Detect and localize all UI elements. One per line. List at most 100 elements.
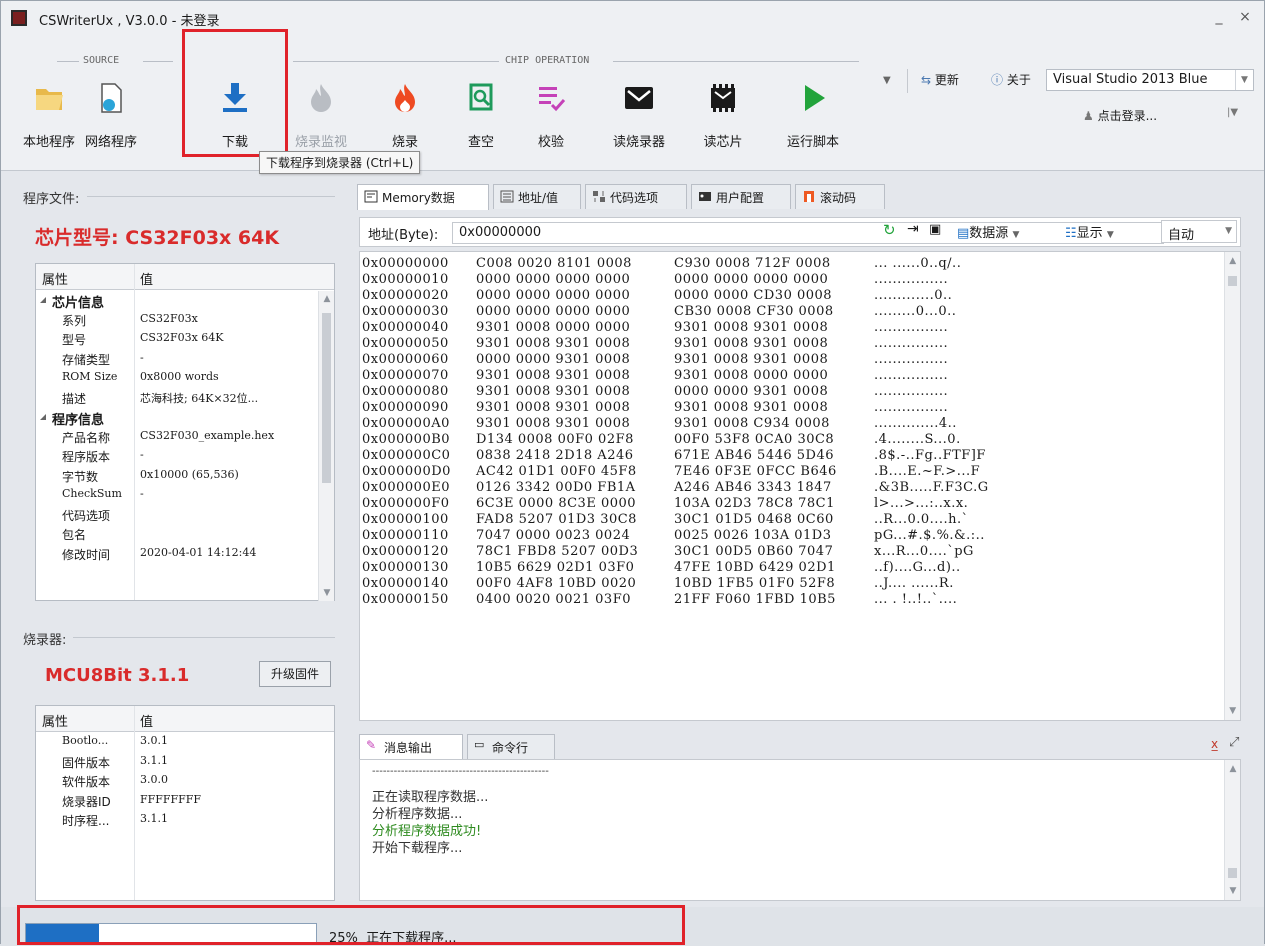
blank-check-button[interactable]: 查空 bbox=[449, 75, 513, 155]
network-file-icon bbox=[101, 83, 122, 113]
memory-address: 0x00000110 bbox=[362, 528, 449, 543]
grid-row[interactable]: 软件版本 3.0.0 bbox=[36, 771, 334, 791]
grid-row[interactable]: Bootlo... 3.0.1 bbox=[36, 732, 334, 752]
user-icon: ♟ bbox=[1083, 109, 1094, 123]
close-button[interactable]: × bbox=[1235, 9, 1255, 25]
quick-access-menu-icon[interactable]: |▼ bbox=[1227, 107, 1238, 118]
scroll-up-icon[interactable]: ▲ bbox=[319, 294, 335, 304]
message-scrollbar[interactable]: ▲ ▼ bbox=[1224, 760, 1240, 900]
grid-row[interactable]: ROM Size 0x8000 words bbox=[36, 368, 334, 388]
burn-button[interactable]: 烧录 bbox=[373, 75, 437, 155]
grid-row[interactable]: 型号 CS32F03x 64K bbox=[36, 329, 334, 349]
grid-row[interactable]: 程序版本 - bbox=[36, 446, 334, 466]
login-link[interactable]: ♟ 点击登录... bbox=[1083, 107, 1157, 124]
envelope-icon bbox=[625, 87, 653, 109]
property-name: ROM Size bbox=[62, 370, 118, 383]
app-logo-icon bbox=[11, 10, 27, 26]
property-value: 3.1.1 bbox=[140, 812, 168, 825]
scroll-thumb[interactable] bbox=[1228, 276, 1237, 286]
grid-row[interactable]: 系列 CS32F03x bbox=[36, 310, 334, 330]
message-output-panel: ----------------------------------------… bbox=[359, 759, 1241, 901]
burner-property-grid: 属性 值 Bootlo... 3.0.1 固件版本 3.1.1 软件版本 3.0.0 烧录器… bbox=[35, 705, 335, 901]
chip-icon bbox=[711, 84, 735, 112]
memory-ascii: x...R...0....`pG bbox=[874, 544, 974, 559]
grid-row[interactable]: 烧录器ID FFFFFFFF bbox=[36, 791, 334, 811]
memory-data-group-2: 9301 0008 9301 0008 bbox=[674, 400, 829, 415]
play-icon bbox=[805, 85, 825, 111]
about-link[interactable]: ⓘ 关于 bbox=[991, 71, 1031, 88]
scroll-down-icon[interactable]: ▼ bbox=[1225, 886, 1241, 896]
auto-select[interactable]: 自动 ▼ bbox=[1161, 220, 1237, 243]
memory-address: 0x000000D0 bbox=[362, 464, 451, 479]
burn-monitor-button[interactable]: 烧录监视 bbox=[289, 75, 353, 155]
program-grid-scrollbar[interactable]: ▲ ▼ bbox=[318, 291, 334, 601]
memory-scrollbar[interactable]: ▲ ▼ bbox=[1224, 252, 1240, 720]
memory-ascii: ................ bbox=[874, 272, 949, 287]
minimize-button[interactable]: _ bbox=[1209, 9, 1229, 25]
memory-data-group-2: 30C1 00D5 0B60 7047 bbox=[674, 544, 834, 559]
update-link[interactable]: ⇆ 更新 bbox=[921, 71, 959, 88]
verify-button[interactable]: 校验 bbox=[519, 75, 583, 155]
property-name: 字节数 bbox=[62, 469, 99, 484]
grid-row[interactable]: 包名 bbox=[36, 524, 334, 544]
read-chip-button[interactable]: 读芯片 bbox=[691, 75, 755, 155]
property-name: 存储类型 bbox=[62, 352, 111, 367]
tab-message-output[interactable]: ✎ 消息输出 bbox=[359, 734, 463, 760]
tab-memory-data[interactable]: Memory数据 bbox=[357, 184, 489, 210]
tab-command-line[interactable]: ▭ 命令行 bbox=[467, 734, 555, 759]
property-value: 3.1.1 bbox=[140, 753, 168, 767]
collapse-arrow-icon[interactable]: ◢ bbox=[40, 412, 46, 421]
memory-ascii: ................ bbox=[874, 336, 949, 351]
grid-category-row[interactable]: ◢ 芯片信息 bbox=[36, 290, 334, 311]
local-program-button[interactable]: 本地程序 bbox=[17, 75, 81, 155]
run-script-button[interactable]: 运行脚本 bbox=[781, 75, 845, 155]
theme-select[interactable]: Visual Studio 2013 Blue ▼ bbox=[1046, 69, 1254, 91]
config-icon bbox=[699, 192, 711, 201]
memory-data-group-1: 9301 0008 9301 0008 bbox=[476, 368, 631, 383]
collapse-arrow-icon[interactable]: ◢ bbox=[40, 295, 46, 304]
login-label: 点击登录... bbox=[1097, 109, 1158, 123]
grid-category-row[interactable]: ◢ 程序信息 bbox=[36, 407, 334, 428]
scroll-up-icon[interactable]: ▲ bbox=[1225, 764, 1241, 774]
scroll-thumb[interactable] bbox=[1228, 868, 1237, 878]
scroll-down-icon[interactable]: ▼ bbox=[1225, 706, 1240, 716]
memory-data-group-2: 9301 0008 9301 0008 bbox=[674, 320, 829, 335]
info-icon: ⓘ bbox=[991, 73, 1004, 87]
grid-row[interactable]: 描述 芯海科技; 64K×32位... bbox=[36, 388, 334, 408]
memory-data-group-1: 0838 2418 2D18 A246 bbox=[476, 448, 634, 463]
memory-data-group-2: 9301 0008 9301 0008 bbox=[674, 336, 829, 351]
scroll-down-icon[interactable]: ▼ bbox=[319, 588, 335, 598]
memory-data-group-1: 9301 0008 9301 0008 bbox=[476, 384, 631, 399]
expand-icon[interactable]: ⤢ bbox=[1229, 735, 1239, 750]
upgrade-firmware-button[interactable]: 升级固件 bbox=[259, 661, 331, 687]
memory-address: 0x000000E0 bbox=[362, 480, 450, 495]
grid-row[interactable]: 字节数 0x10000 (65,536) bbox=[36, 466, 334, 486]
memory-hex-view[interactable]: 0x00000000 C008 0020 8101 0008 C930 0008 7… bbox=[359, 251, 1241, 721]
grid-row[interactable]: 时序程... 3.1.1 bbox=[36, 810, 334, 830]
grid-row[interactable]: 产品名称 CS32F030_example.hex bbox=[36, 427, 334, 447]
terminal-icon: ▭ bbox=[474, 738, 485, 751]
network-program-button[interactable]: 网络程序 bbox=[79, 75, 143, 155]
property-name: 代码选项 bbox=[62, 508, 111, 523]
scroll-up-icon[interactable]: ▲ bbox=[1225, 256, 1240, 266]
grid-row[interactable]: 固件版本 3.1.1 bbox=[36, 752, 334, 772]
tab-address-value[interactable]: 地址/值 bbox=[493, 184, 581, 209]
divider bbox=[907, 69, 908, 93]
tab-user-config[interactable]: 用户配置 bbox=[691, 184, 791, 209]
address-input[interactable]: 0x00000000 bbox=[452, 222, 1164, 244]
memory-ascii: ................ bbox=[874, 320, 949, 335]
tab-rolling-code[interactable]: 滚动码 bbox=[795, 184, 885, 209]
grid-row[interactable]: 存储类型 - bbox=[36, 349, 334, 369]
collapse-ribbon-icon[interactable]: ▼ bbox=[883, 75, 891, 86]
burner-grid-rows: Bootlo... 3.0.1 固件版本 3.1.1 软件版本 3.0.0 烧录器ID FFF… bbox=[36, 732, 334, 830]
memory-data-group-2: 10BD 1FB5 01F0 52F8 bbox=[674, 576, 836, 591]
scroll-thumb[interactable] bbox=[322, 313, 331, 483]
clear-output-icon[interactable]: x̲ bbox=[1211, 737, 1218, 751]
status-highlight-box bbox=[17, 905, 685, 945]
grid-row[interactable]: CheckSum - bbox=[36, 485, 334, 505]
grid-row[interactable]: 修改时间 2020-04-01 14:12:44 bbox=[36, 544, 334, 564]
grid-row[interactable]: 代码选项 bbox=[36, 505, 334, 525]
memory-data-group-2: 9301 0008 9301 0008 bbox=[674, 352, 829, 367]
tab-code-options[interactable]: 代码选项 bbox=[585, 184, 687, 209]
read-burner-button[interactable]: 读烧录器 bbox=[607, 75, 671, 155]
